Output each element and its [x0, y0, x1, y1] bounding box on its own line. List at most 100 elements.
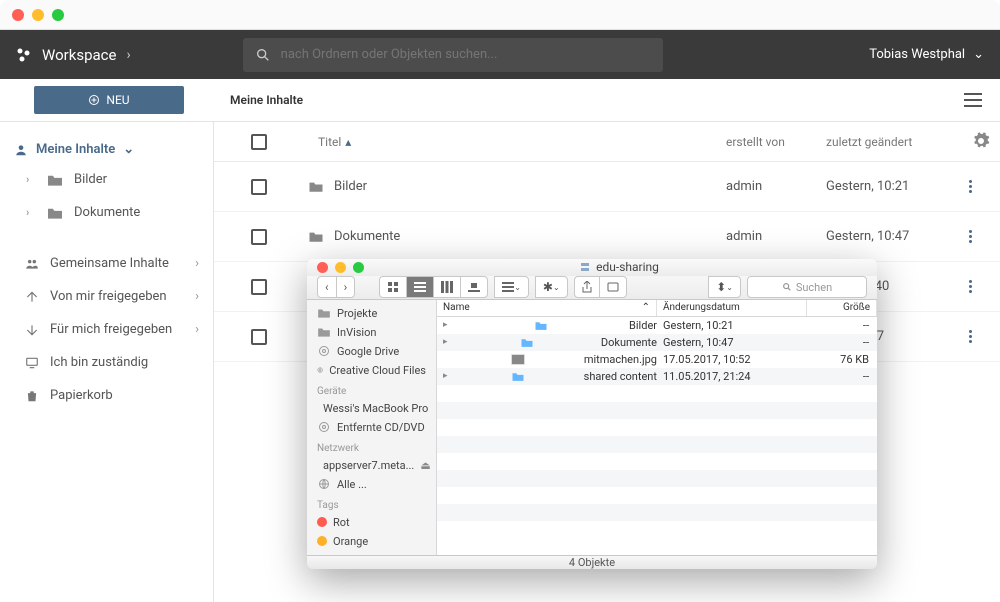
finder-window[interactable]: edu-sharing ‹ › ⌄ ✱ ⌄ ⬍ ⌄ Su — [307, 259, 877, 569]
sidebar-item-zustaendig[interactable]: Ich bin zuständig — [0, 346, 213, 379]
new-button[interactable]: NEU — [34, 86, 184, 114]
dropbox-button[interactable]: ⬍ ⌄ — [708, 276, 741, 298]
gear-icon[interactable] — [972, 132, 990, 150]
arrange-button[interactable]: ⌄ — [494, 276, 529, 298]
user-menu[interactable]: Tobias Westphal ⌄ — [869, 47, 984, 62]
finder-list: Name⌃ Änderungsdatum Größe ▸Bilder Geste… — [437, 300, 877, 555]
chevron-down-icon: ⌄ — [973, 47, 984, 62]
finder-sidebar-item[interactable]: appserver7.meta...⏏ — [307, 456, 436, 475]
row-checkbox[interactable] — [251, 329, 267, 345]
finder-sidebar-item[interactable]: Google Drive — [307, 342, 436, 361]
minimize-icon[interactable] — [335, 262, 346, 273]
finder-sidebar-label: Projekte — [337, 307, 377, 320]
finder-sidebar-item[interactable]: Creative Cloud Files — [307, 361, 436, 380]
close-icon[interactable] — [12, 9, 24, 21]
sidebar-item-von-mir[interactable]: Von mir freigegeben › — [0, 280, 213, 313]
finder-sidebar: Projekte InVision Google Drive Creative Clo… — [307, 300, 437, 555]
coverflow-view-button[interactable] — [460, 276, 488, 298]
close-icon[interactable] — [317, 262, 328, 273]
finder-sidebar-item[interactable]: Wessi's MacBook Pro — [307, 399, 436, 418]
row-checkbox[interactable] — [251, 279, 267, 295]
finder-row[interactable]: ▸shared content 11.05.2017, 21:24 -- — [437, 368, 877, 385]
finder-sidebar-item[interactable]: InVision — [307, 323, 436, 342]
column-created-by[interactable]: erstellt von — [726, 135, 826, 149]
monitor-icon — [24, 356, 40, 370]
select-all-checkbox[interactable] — [251, 134, 267, 150]
zoom-icon[interactable] — [52, 9, 64, 21]
row-actions-button[interactable] — [969, 230, 972, 243]
disclosure-icon[interactable]: ▸ — [443, 320, 453, 330]
finder-empty-row — [437, 385, 877, 402]
table-header: Titel ▴ erstellt von zuletzt geändert — [214, 122, 1000, 162]
column-modified[interactable]: zuletzt geändert — [826, 135, 956, 149]
view-mode-segment[interactable] — [379, 276, 488, 298]
folder-icon — [304, 180, 328, 193]
disclosure-icon[interactable]: ▸ — [443, 337, 453, 347]
sidebar-tree-bilder[interactable]: › Bilder — [0, 163, 213, 196]
finder-empty-row — [437, 487, 877, 504]
table-row[interactable]: Dokumente admin Gestern, 10:47 — [214, 212, 1000, 262]
zoom-icon[interactable] — [353, 262, 364, 273]
finder-titlebar[interactable]: edu-sharing — [307, 259, 877, 276]
finder-col-name[interactable]: Name⌃ — [437, 300, 657, 316]
plus-circle-icon — [88, 94, 100, 106]
finder-sidebar-group-tags: Tags — [307, 494, 436, 513]
eject-icon[interactable]: ⏏ — [420, 459, 430, 472]
list-view-button[interactable] — [406, 276, 433, 298]
group-icon — [24, 257, 40, 271]
finder-toolbar: ‹ › ⌄ ✱ ⌄ ⬍ ⌄ Suchen — [307, 276, 877, 300]
disclosure-icon[interactable]: ▸ — [443, 371, 453, 381]
finder-row[interactable]: ▸Bilder Gestern, 10:21 -- — [437, 317, 877, 334]
sidebar-header[interactable]: Meine Inhalte ⌄ — [0, 136, 213, 163]
minimize-icon[interactable] — [32, 9, 44, 21]
finder-row-name: Dokumente — [601, 336, 657, 349]
finder-row[interactable]: ▸Dokumente Gestern, 10:47 -- — [437, 334, 877, 351]
action-menu-button[interactable]: ✱ ⌄ — [535, 276, 568, 298]
finder-tag-item[interactable]: Rot — [307, 513, 436, 532]
search-input[interactable] — [281, 47, 651, 62]
finder-sidebar-item[interactable]: Entfernte CD/DVD — [307, 418, 436, 437]
nav-back-button[interactable]: ‹ — [317, 276, 336, 298]
nav-forward-button[interactable]: › — [336, 276, 356, 298]
finder-tag-item[interactable]: Orange — [307, 532, 436, 551]
disclosure-icon[interactable]: › — [26, 173, 36, 186]
disclosure-icon[interactable]: › — [26, 206, 36, 219]
finder-status-bar: 4 Objekte — [307, 555, 877, 569]
sidebar-item-gemeinsame[interactable]: Gemeinsame Inhalte › — [0, 247, 213, 280]
sidebar-tree-dokumente[interactable]: › Dokumente — [0, 196, 213, 229]
person-icon — [14, 143, 28, 157]
global-search[interactable] — [243, 38, 663, 72]
column-view-button[interactable] — [433, 276, 460, 298]
trash-icon — [24, 389, 40, 403]
finder-row[interactable]: mitmachen.jpg 17.05.2017, 10:52 76 KB — [437, 351, 877, 368]
column-title[interactable]: Titel ▴ — [304, 135, 726, 149]
row-actions-button[interactable] — [969, 330, 972, 343]
row-actions-button[interactable] — [969, 280, 972, 293]
folder-icon — [46, 206, 64, 220]
sidebar-item-papierkorb[interactable]: Papierkorb — [0, 379, 213, 412]
finder-col-size[interactable]: Größe — [807, 300, 877, 316]
list-view-icon[interactable] — [964, 93, 982, 107]
sidebar-item-label: Ich bin zuständig — [50, 355, 148, 370]
chevron-right-icon: › — [195, 322, 199, 337]
icon-view-button[interactable] — [379, 276, 406, 298]
finder-sidebar-label: Creative Cloud Files — [329, 364, 426, 377]
table-row[interactable]: Bilder admin Gestern, 10:21 — [214, 162, 1000, 212]
row-checkbox[interactable] — [251, 179, 267, 195]
finder-col-date[interactable]: Änderungsdatum — [657, 300, 807, 316]
row-modified: Gestern, 10:21 — [826, 179, 956, 194]
finder-search[interactable]: Suchen — [747, 276, 867, 298]
row-checkbox[interactable] — [251, 229, 267, 245]
finder-sidebar-item[interactable]: Alle ... — [307, 475, 436, 494]
sidebar-item-label: Gemeinsame Inhalte — [50, 256, 169, 271]
tags-button[interactable] — [599, 276, 627, 298]
share-button[interactable] — [574, 276, 599, 298]
sidebar-item-fuer-mich[interactable]: Für mich freigegeben › — [0, 313, 213, 346]
finder-sidebar-item[interactable]: Projekte — [307, 304, 436, 323]
row-actions-button[interactable] — [969, 180, 972, 193]
finder-sidebar-label: InVision — [337, 326, 376, 339]
workspace-breadcrumb[interactable]: Workspace — [42, 46, 116, 64]
share-out-icon — [24, 290, 40, 304]
finder-empty-row — [437, 419, 877, 436]
tag-dot-icon — [317, 517, 327, 527]
